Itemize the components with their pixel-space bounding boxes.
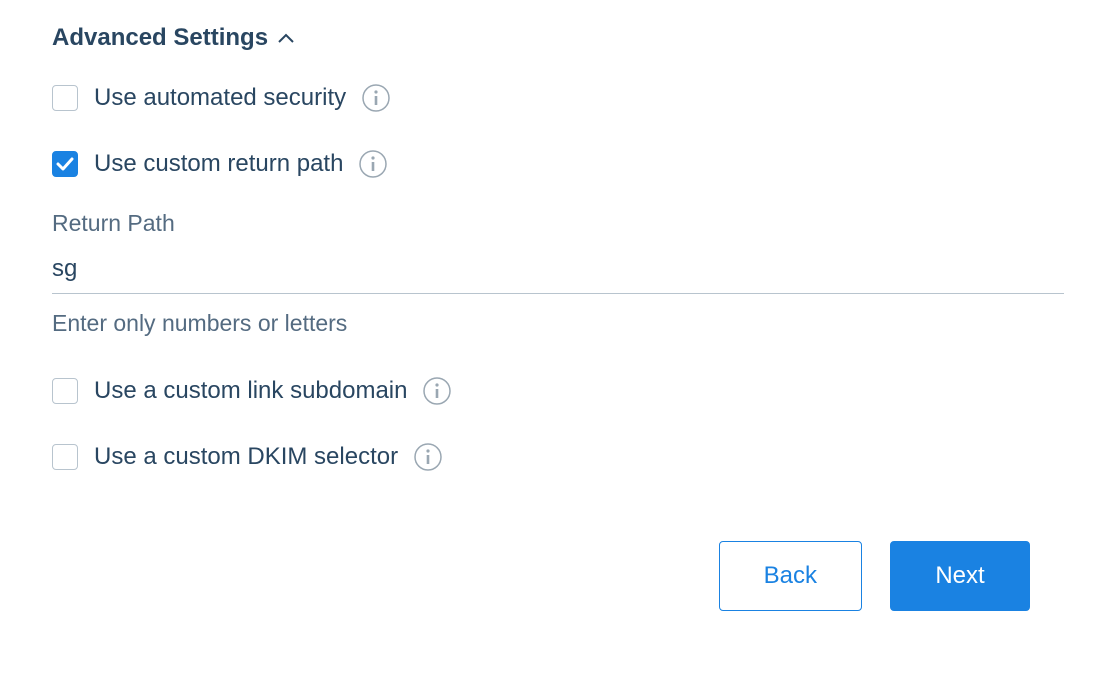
button-row: Back Next xyxy=(52,541,1064,611)
automated-security-label: Use automated security xyxy=(94,84,346,112)
custom-link-subdomain-checkbox[interactable] xyxy=(52,378,78,404)
custom-dkim-selector-row: Use a custom DKIM selector xyxy=(52,443,1064,471)
info-icon[interactable] xyxy=(414,443,442,471)
section-title: Advanced Settings xyxy=(52,24,268,52)
automated-security-checkbox[interactable] xyxy=(52,85,78,111)
custom-dkim-selector-checkbox[interactable] xyxy=(52,444,78,470)
custom-return-path-checkbox[interactable] xyxy=(52,151,78,177)
custom-return-path-label: Use custom return path xyxy=(94,150,343,178)
return-path-input[interactable] xyxy=(52,249,1064,294)
back-button[interactable]: Back xyxy=(719,541,862,611)
info-icon[interactable] xyxy=(359,150,387,178)
info-icon[interactable] xyxy=(362,84,390,112)
custom-link-subdomain-row: Use a custom link subdomain xyxy=(52,377,1064,405)
chevron-up-icon xyxy=(278,33,294,43)
return-path-label: Return Path xyxy=(52,210,1064,237)
automated-security-row: Use automated security xyxy=(52,84,1064,112)
custom-return-path-row: Use custom return path xyxy=(52,150,1064,178)
return-path-help-text: Enter only numbers or letters xyxy=(52,310,1064,337)
custom-link-subdomain-label: Use a custom link subdomain xyxy=(94,377,407,405)
return-path-field-group: Return Path Enter only numbers or letter… xyxy=(52,210,1064,337)
advanced-settings-header[interactable]: Advanced Settings xyxy=(52,24,1064,52)
custom-dkim-selector-label: Use a custom DKIM selector xyxy=(94,443,398,471)
info-icon[interactable] xyxy=(423,377,451,405)
next-button[interactable]: Next xyxy=(890,541,1030,611)
